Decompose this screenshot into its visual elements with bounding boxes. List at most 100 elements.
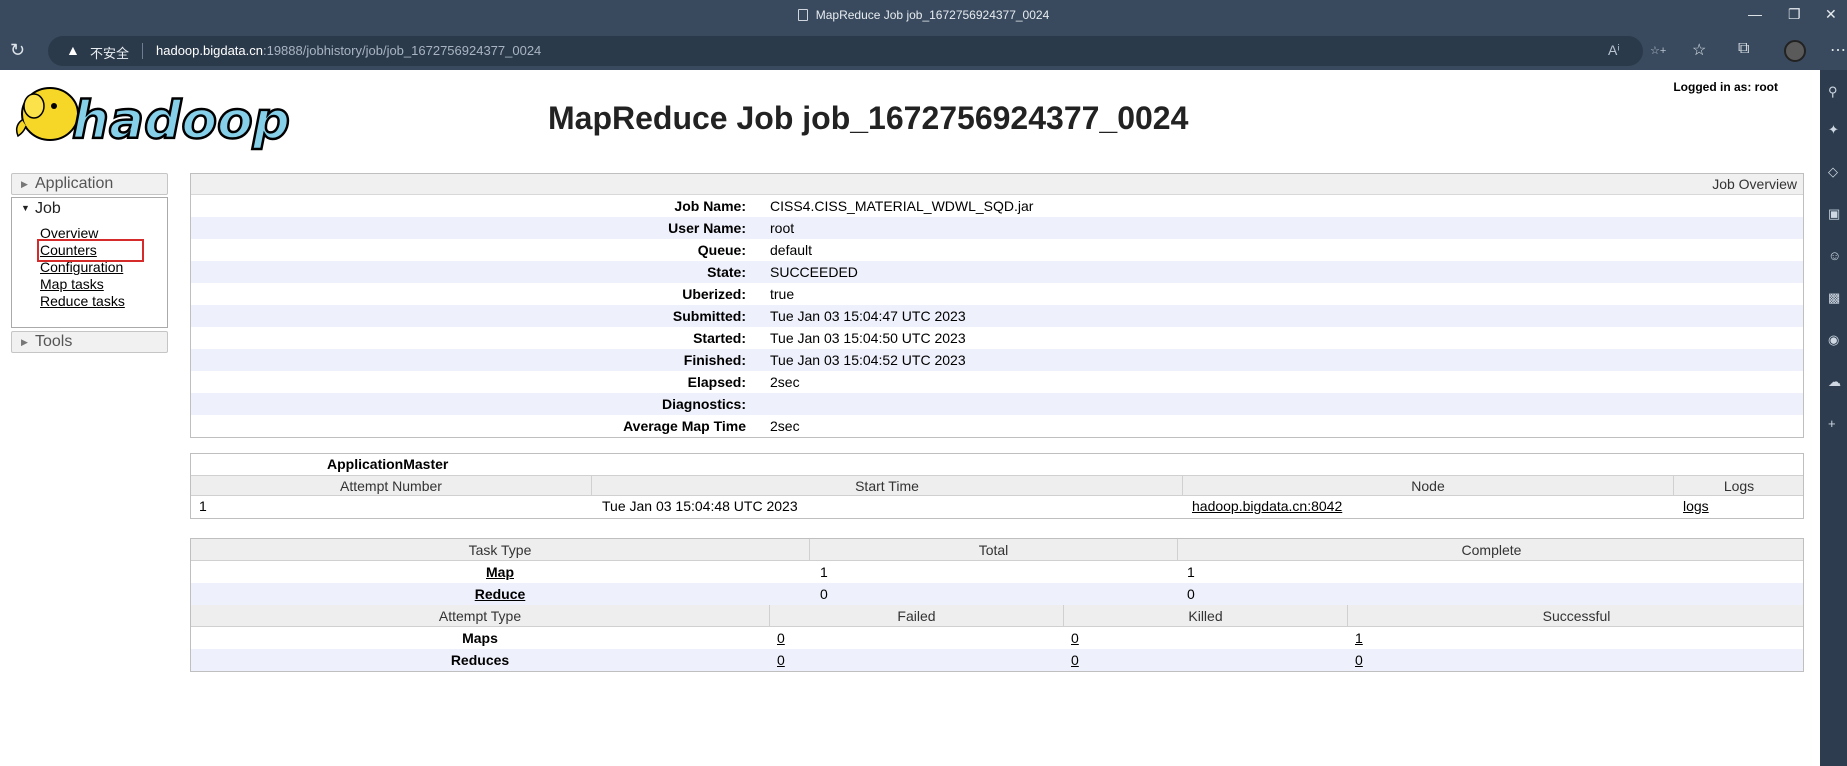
- window-title: MapReduce Job job_1672756924377_0024: [0, 8, 1847, 22]
- address-bar[interactable]: ▲ 不安全 hadoop.bigdata.cn:19888/jobhistory…: [48, 36, 1666, 66]
- node-link-text[interactable]: hadoop.bigdata.cn:8042: [1192, 498, 1342, 514]
- toolbox-icon[interactable]: ▣: [1828, 206, 1840, 222]
- tag-icon[interactable]: ◇: [1828, 164, 1838, 180]
- overview-value: CISS4.CISS_MATERIAL_WDWL_SQD.jar: [770, 198, 1034, 214]
- attempt-type: Reduces: [450, 652, 510, 668]
- killed-link[interactable]: 0: [1071, 652, 1079, 668]
- nav-section-job[interactable]: ▼ Job: [11, 197, 168, 220]
- nav-section-tools[interactable]: ▶ Tools: [11, 331, 168, 353]
- minimize-icon[interactable]: —: [1748, 6, 1762, 22]
- successful-link[interactable]: 1: [1355, 630, 1363, 646]
- link-reduce-tasks[interactable]: Reduce tasks: [40, 293, 167, 310]
- tasks-table: Task Type Total Complete Map 1 1 Reduce …: [190, 538, 1804, 672]
- link-overview[interactable]: Overview: [40, 225, 167, 242]
- close-icon[interactable]: ✕: [1825, 6, 1837, 23]
- overview-value: 2sec: [770, 418, 800, 434]
- logs-link[interactable]: logs: [1683, 498, 1709, 514]
- killed-link-text[interactable]: 0: [1071, 630, 1079, 646]
- column-header: Successful: [1542, 608, 1611, 624]
- add-favorite-icon[interactable]: ☆+: [1650, 44, 1666, 57]
- task-complete: 0: [1187, 586, 1195, 602]
- column-header: Failed: [897, 608, 936, 624]
- overview-row: Submitted: Tue Jan 03 15:04:47 UTC 2023: [191, 305, 1803, 327]
- reload-icon[interactable]: ↻: [10, 40, 25, 61]
- overview-key: User Name:: [668, 220, 746, 236]
- triangle-right-icon: ▶: [21, 179, 28, 189]
- collections-icon[interactable]: ⧉: [1738, 40, 1749, 58]
- overview-key: Queue:: [697, 242, 746, 258]
- table-row: Maps 0 0 1: [191, 627, 1803, 649]
- profile-avatar[interactable]: [1784, 40, 1806, 62]
- overview-key: Submitted:: [672, 308, 746, 324]
- favorites-icon[interactable]: ☆: [1692, 40, 1706, 60]
- job-overview-table: Job Overview Job Name: CISS4.CISS_MATERIA…: [190, 173, 1804, 438]
- sparkle-icon[interactable]: ✦: [1828, 122, 1839, 138]
- column-header: Killed: [1188, 608, 1223, 624]
- document-icon: [797, 9, 808, 21]
- overview-row: User Name: root: [191, 217, 1803, 239]
- url-text[interactable]: hadoop.bigdata.cn:19888/jobhistory/job/j…: [156, 43, 541, 58]
- read-aloud-icon[interactable]: Aⁱ: [1608, 42, 1620, 59]
- killed-link-text[interactable]: 0: [1071, 652, 1079, 668]
- successful-link-text[interactable]: 1: [1355, 630, 1363, 646]
- failed-link-text[interactable]: 0: [777, 630, 785, 646]
- overview-row: Diagnostics:: [191, 393, 1803, 415]
- task-total: 0: [820, 586, 828, 602]
- overview-value: true: [770, 286, 795, 302]
- outlook-icon[interactable]: ◉: [1828, 332, 1839, 348]
- overview-key: Job Name:: [674, 198, 746, 214]
- sidebar-nav: ▶ Application ▼ Job Overview Counters Conf…: [11, 173, 168, 353]
- attempt-header-row: Attempt Type Failed Killed Successful: [191, 605, 1803, 627]
- browser-title-bar: MapReduce Job job_1672756924377_0024 — ❐…: [0, 0, 1847, 32]
- overview-value: SUCCEEDED: [770, 264, 858, 280]
- plus-icon[interactable]: +: [1828, 416, 1836, 431]
- overview-row: Average Map Time 2sec: [191, 415, 1803, 437]
- failed-link-text[interactable]: 0: [777, 652, 785, 668]
- reduce-link[interactable]: Reduce: [475, 586, 526, 602]
- page-title: MapReduce Job job_1672756924377_0024: [548, 100, 1189, 136]
- overview-key: Elapsed:: [687, 374, 746, 390]
- node-link[interactable]: hadoop.bigdata.cn:8042: [1192, 498, 1342, 514]
- map-link[interactable]: Map: [486, 564, 514, 580]
- office-icon[interactable]: ▩: [1828, 290, 1840, 306]
- failed-link[interactable]: 0: [777, 652, 785, 668]
- failed-link[interactable]: 0: [777, 630, 785, 646]
- job-overview-header: Job Overview: [191, 174, 1803, 195]
- task-type-map[interactable]: Map: [191, 564, 809, 580]
- table-row: 1 Tue Jan 03 15:04:48 UTC 2023 hadoop.bi…: [191, 496, 1803, 518]
- overview-value: 2sec: [770, 374, 800, 390]
- insecure-label[interactable]: 不安全: [90, 43, 129, 62]
- successful-link[interactable]: 0: [1355, 652, 1363, 668]
- nav-section-application[interactable]: ▶ Application: [11, 173, 168, 195]
- restore-icon[interactable]: ❐: [1788, 6, 1801, 23]
- nav-section-label: Application: [35, 175, 114, 192]
- search-icon[interactable]: ⚲: [1828, 84, 1838, 100]
- triangle-down-icon: ▼: [21, 203, 30, 213]
- task-type-reduce[interactable]: Reduce: [191, 586, 809, 602]
- nav-section-label: Tools: [35, 333, 73, 350]
- separator: [142, 43, 143, 59]
- more-icon[interactable]: ⋯: [1830, 40, 1846, 60]
- page-content: hadoop Logged in as: root MapReduce Job …: [0, 70, 1820, 766]
- start-time: Tue Jan 03 15:04:48 UTC 2023: [602, 498, 798, 514]
- link-configuration[interactable]: Configuration: [40, 259, 167, 276]
- column-header: Start Time: [855, 478, 919, 494]
- warning-icon[interactable]: ▲: [66, 42, 80, 58]
- overview-value: Tue Jan 03 15:04:50 UTC 2023: [770, 330, 966, 346]
- attempt-number: 1: [199, 498, 207, 514]
- job-links: Overview Counters Configuration Map task…: [11, 220, 168, 328]
- table-row: Map 1 1: [191, 561, 1803, 583]
- table-header-row: Attempt Number Start Time Node Logs: [191, 475, 1803, 496]
- link-map-tasks[interactable]: Map tasks: [40, 276, 167, 293]
- people-icon[interactable]: ☺: [1828, 248, 1841, 263]
- edge-sidebar: ⚲ ✦ ◇ ▣ ☺ ▩ ◉ ☁ +: [1820, 70, 1847, 766]
- tab-title: MapReduce Job job_1672756924377_0024: [815, 8, 1050, 22]
- overview-row: Job Name: CISS4.CISS_MATERIAL_WDWL_SQD.ja…: [191, 195, 1803, 217]
- logs-link-text[interactable]: logs: [1683, 498, 1709, 514]
- overview-row: State: SUCCEEDED: [191, 261, 1803, 283]
- cloud-icon[interactable]: ☁: [1828, 374, 1841, 390]
- overview-key: Uberized:: [682, 286, 746, 302]
- link-counters[interactable]: Counters: [37, 239, 144, 262]
- killed-link[interactable]: 0: [1071, 630, 1079, 646]
- successful-link-text[interactable]: 0: [1355, 652, 1363, 668]
